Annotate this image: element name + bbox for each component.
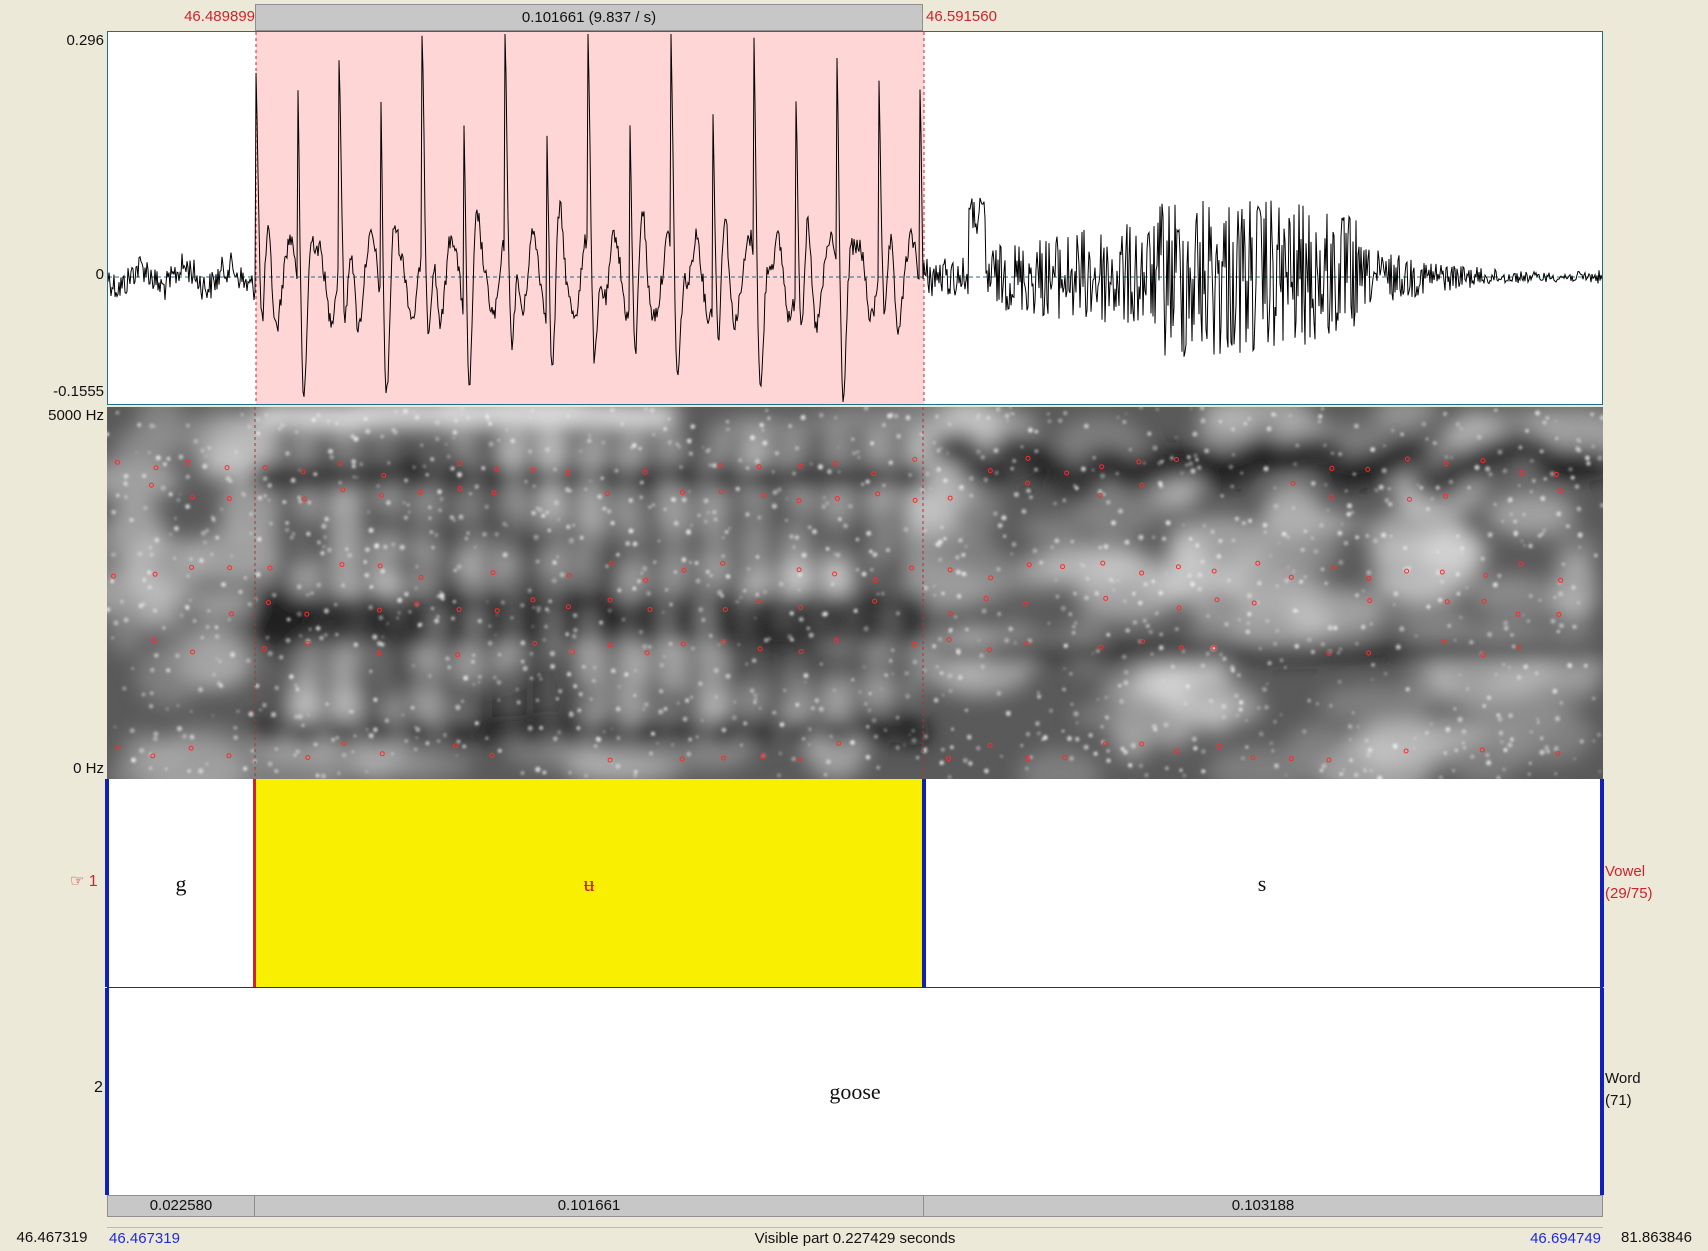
selection-end-time: 46.591560 xyxy=(926,8,997,25)
tier-2-count-label: (71) xyxy=(1605,1092,1632,1109)
interval-label: goose xyxy=(829,1079,881,1104)
duration-segment-selected[interactable]: 0.101661 xyxy=(254,1195,924,1217)
window-start-time[interactable]: 46.467319 xyxy=(0,1227,104,1249)
tier-2-word[interactable]: goose xyxy=(105,988,1604,1195)
duration-label: 0.022580 xyxy=(149,1197,213,1214)
waveform-ymin-label: -0.1555 xyxy=(53,383,104,400)
selection-start-time: 46.489899 xyxy=(184,8,255,25)
tier-1-boundary[interactable] xyxy=(922,779,926,987)
pointing-hand-icon: ☞ xyxy=(70,873,85,890)
waveform-ymax-label: 0.296 xyxy=(66,32,104,49)
tier-1-boundary[interactable] xyxy=(1600,779,1604,987)
duration-label: 0.103188 xyxy=(1231,1197,1295,1214)
tier-1-boundary[interactable] xyxy=(105,779,109,987)
visible-part-bar[interactable]: 46.467319 Visible part 0.227429 seconds … xyxy=(107,1227,1603,1250)
duration-segment[interactable]: 0.022580 xyxy=(107,1195,255,1217)
tier-1-count-label: (29/75) xyxy=(1605,885,1653,902)
waveform-yzero-label: 0 xyxy=(95,266,104,283)
tier-2-number: 2 xyxy=(94,1079,103,1096)
total-end-time[interactable]: 81.863846 xyxy=(1605,1227,1708,1249)
selection-duration-label: 0.101661 (9.837 / s) xyxy=(521,9,657,26)
interval-label: s xyxy=(1257,871,1267,896)
tier-1-number: 1 xyxy=(88,873,98,890)
visible-part-label: Visible part 0.227429 seconds xyxy=(754,1230,956,1247)
spectrogram-fmin-label: 0 Hz xyxy=(73,760,104,777)
duration-label: 0.101661 xyxy=(557,1197,621,1214)
tier-2-name[interactable]: Word (71) xyxy=(1605,1068,1641,1112)
spectrogram-panel[interactable] xyxy=(107,407,1603,779)
tier-1-name[interactable]: Vowel (29/75) xyxy=(1605,861,1653,905)
tier-1-vowel[interactable]: g ʉ s xyxy=(105,779,1604,987)
tier-1-boundary-selected[interactable] xyxy=(253,779,256,987)
tier-2-boundary[interactable] xyxy=(105,988,109,1195)
visible-end-time: 46.694749 xyxy=(1530,1230,1601,1247)
interval-label-selected: ʉ xyxy=(583,871,595,896)
tier-2-name-label: Word xyxy=(1605,1070,1641,1087)
duration-segment[interactable]: 0.103188 xyxy=(923,1195,1603,1217)
waveform-trace xyxy=(108,32,1602,404)
tier-1-pointer: ☞ 1 xyxy=(70,871,98,891)
waveform-panel[interactable] xyxy=(107,31,1603,405)
tier-1-name-label: Vowel xyxy=(1605,863,1646,880)
spectrogram-fmax-label: 5000 Hz xyxy=(48,407,104,424)
tier-2-boundary[interactable] xyxy=(1600,988,1604,1195)
interval-label: g xyxy=(175,871,187,896)
spectrogram-image xyxy=(107,407,1603,779)
selection-duration-bar[interactable]: 0.101661 (9.837 / s) xyxy=(255,4,923,31)
